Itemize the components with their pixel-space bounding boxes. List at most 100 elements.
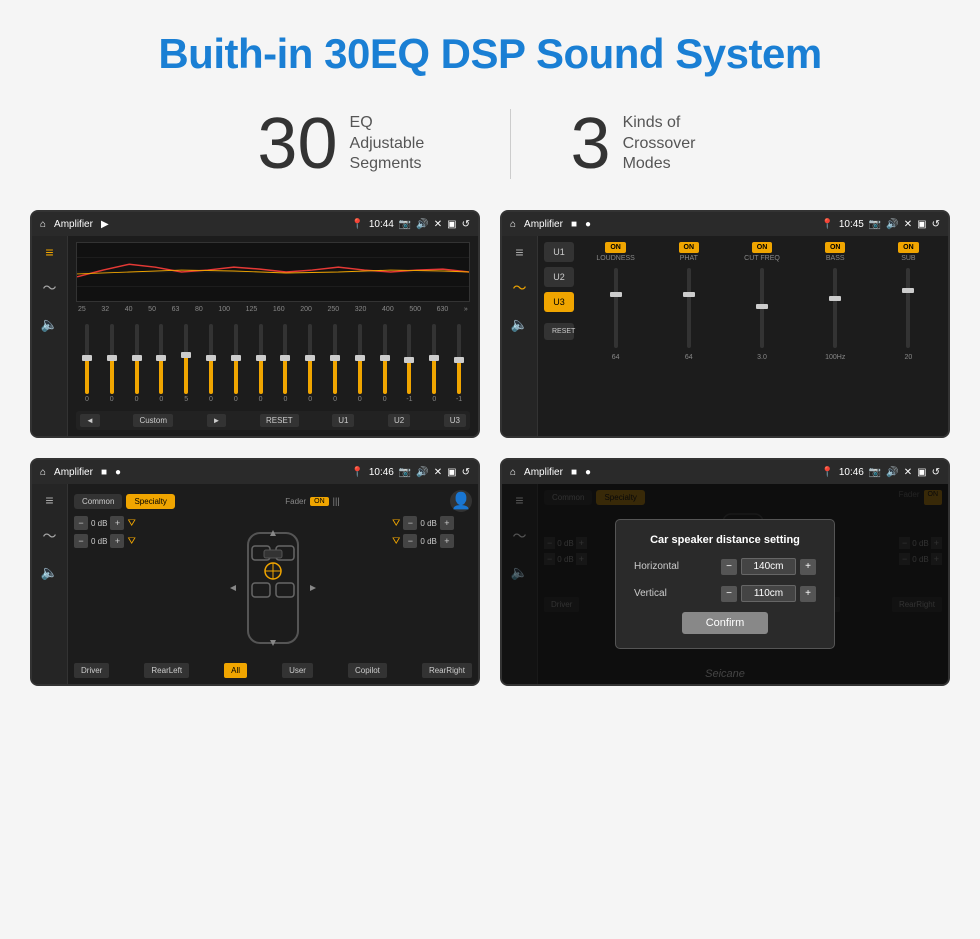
screen1-body: ≡ 〜 🔈 xyxy=(32,236,478,436)
eq-icon[interactable]: ≡ xyxy=(45,244,53,260)
speaker-icon[interactable]: 🔈 xyxy=(41,316,58,333)
slider-630: 0 xyxy=(423,324,445,403)
db-plus-br[interactable]: + xyxy=(440,534,454,548)
stat-eq-label: EQ Adjustable Segments xyxy=(350,113,450,175)
speaker-icon-3[interactable]: 🔈 xyxy=(41,564,58,581)
speaker-tabs: Common Specialty xyxy=(74,494,175,509)
db-minus-br[interactable]: − xyxy=(403,534,417,548)
slider-500: -1 xyxy=(399,324,421,403)
channel-loudness: ON LOUDNESS 64 xyxy=(582,242,649,430)
eq-reset-btn[interactable]: RESET xyxy=(260,414,299,427)
status-bar-1: ⌂ Amplifier ▶ 📍 10:44 📷 🔊 ✕ ▣ ↺ xyxy=(32,212,478,236)
back-icon-1[interactable]: ↺ xyxy=(462,219,470,230)
eq-u3-btn[interactable]: U3 xyxy=(444,414,466,427)
camera-icon-1: 📷 xyxy=(399,219,411,230)
profile-icon[interactable]: 👤 xyxy=(450,490,472,512)
horizontal-plus[interactable]: + xyxy=(800,559,816,575)
reset-btn-2[interactable]: RESET xyxy=(544,323,574,340)
dialog-box: Car speaker distance setting Horizontal … xyxy=(615,519,835,649)
eq-main: 25 32 40 50 63 80 100 125 160 200 250 32… xyxy=(68,236,478,436)
play-icon-1: ▶ xyxy=(101,219,109,230)
db-control-tr: ⛛ − 0 dB + xyxy=(392,516,472,530)
eq-next-btn[interactable]: ► xyxy=(207,414,227,427)
db-minus-tr[interactable]: − xyxy=(403,516,417,530)
waveform-icon[interactable]: 〜 xyxy=(43,278,57,298)
horizontal-value: 140cm xyxy=(741,558,796,575)
confirm-button[interactable]: Confirm xyxy=(682,612,769,634)
camera-icon-3: 📷 xyxy=(399,467,411,478)
speaker-tl: ⛛ xyxy=(127,518,135,529)
channel-sub: ON SUB 20 xyxy=(875,242,942,430)
eq-custom-btn[interactable]: Custom xyxy=(133,414,173,427)
stats-row: 30 EQ Adjustable Segments 3 Kinds of Cro… xyxy=(0,108,980,180)
copilot-btn[interactable]: Copilot xyxy=(348,663,387,678)
tab-specialty[interactable]: Specialty xyxy=(126,494,174,509)
vertical-plus[interactable]: + xyxy=(800,586,816,602)
on-loudness[interactable]: ON xyxy=(605,242,626,253)
preset-u1[interactable]: U1 xyxy=(544,242,574,262)
horizontal-label: Horizontal xyxy=(634,561,679,572)
dialog-overlay: Car speaker distance setting Horizontal … xyxy=(502,484,948,684)
on-bass[interactable]: ON xyxy=(825,242,846,253)
db-plus-bl[interactable]: + xyxy=(110,534,124,548)
waveform-icon-3[interactable]: 〜 xyxy=(43,526,57,546)
speaker-tr: ⛛ xyxy=(392,518,400,529)
slider-200: 0 xyxy=(299,324,321,403)
eq-u2-btn[interactable]: U2 xyxy=(388,414,410,427)
eq-u1-btn[interactable]: U1 xyxy=(332,414,354,427)
slider-160: 0 xyxy=(275,324,297,403)
vertical-value: 110cm xyxy=(741,585,796,602)
on-sub[interactable]: ON xyxy=(898,242,919,253)
fader-slider[interactable]: ||| xyxy=(333,496,340,506)
crossover-channels: ON LOUDNESS 64 ON PHAT 64 xyxy=(582,242,942,430)
user-btn[interactable]: User xyxy=(282,663,313,678)
preset-buttons: U1 U2 U3 RESET xyxy=(544,242,578,430)
vertical-minus[interactable]: − xyxy=(721,586,737,602)
on-phat[interactable]: ON xyxy=(679,242,700,253)
preset-u2[interactable]: U2 xyxy=(544,267,574,287)
speaker-icon-2[interactable]: 🔈 xyxy=(511,316,528,333)
db-minus-tl[interactable]: − xyxy=(74,516,88,530)
all-btn[interactable]: All xyxy=(224,663,247,678)
preset-u3[interactable]: U3 xyxy=(544,292,574,312)
stat-crossover-number: 3 xyxy=(571,108,611,180)
amplifier-label-3: Amplifier xyxy=(54,467,93,478)
db-controls-left: − 0 dB + ⛛ − 0 dB + ⛛ xyxy=(74,516,154,659)
home-icon-2[interactable]: ⌂ xyxy=(510,219,516,230)
slider-63: 5 xyxy=(175,324,197,403)
rearright-btn[interactable]: RearRight xyxy=(422,663,472,678)
waveform-icon-2[interactable]: 〜 xyxy=(513,278,527,298)
screen-eq: ⌂ Amplifier ▶ 📍 10:44 📷 🔊 ✕ ▣ ↺ ≡ 〜 🔈 xyxy=(30,210,480,438)
back-icon-2[interactable]: ↺ xyxy=(932,219,940,230)
home-icon-4[interactable]: ⌂ xyxy=(510,467,516,478)
amplifier-label-4: Amplifier xyxy=(524,467,563,478)
db-minus-bl[interactable]: − xyxy=(74,534,88,548)
time-3: 10:46 xyxy=(369,467,394,478)
eq-prev-btn[interactable]: ◄ xyxy=(80,414,100,427)
location-icon-2: 📍 xyxy=(821,219,833,230)
on-cutfreq[interactable]: ON xyxy=(752,242,773,253)
speaker-bottom: Driver RearLeft All User Copilot RearRig… xyxy=(74,663,472,678)
db-plus-tl[interactable]: + xyxy=(110,516,124,530)
eq-icon-2[interactable]: ≡ xyxy=(515,244,523,260)
location-icon-4: 📍 xyxy=(821,467,833,478)
home-icon-3[interactable]: ⌂ xyxy=(40,467,46,478)
db-plus-tr[interactable]: + xyxy=(440,516,454,530)
slider-32: 0 xyxy=(101,324,123,403)
home-icon-1[interactable]: ⌂ xyxy=(40,219,46,230)
speaker-bl: ⛛ xyxy=(127,536,135,547)
rearleft-btn[interactable]: RearLeft xyxy=(144,663,189,678)
horizontal-row: Horizontal − 140cm + xyxy=(634,558,816,575)
horizontal-minus[interactable]: − xyxy=(721,559,737,575)
driver-btn[interactable]: Driver xyxy=(74,663,109,678)
amplifier-label-1: Amplifier xyxy=(54,219,93,230)
side-icons-1: ≡ 〜 🔈 xyxy=(32,236,68,436)
eq-sliders: 0 0 0 0 5 xyxy=(76,317,470,407)
close-icon-2: ✕ xyxy=(904,219,912,230)
back-icon-3[interactable]: ↺ xyxy=(462,467,470,478)
tab-common[interactable]: Common xyxy=(74,494,122,509)
eq-icon-3[interactable]: ≡ xyxy=(45,492,53,508)
back-icon-4[interactable]: ↺ xyxy=(932,467,940,478)
vertical-row: Vertical − 110cm + xyxy=(634,585,816,602)
speaker-br: ⛛ xyxy=(392,536,400,547)
